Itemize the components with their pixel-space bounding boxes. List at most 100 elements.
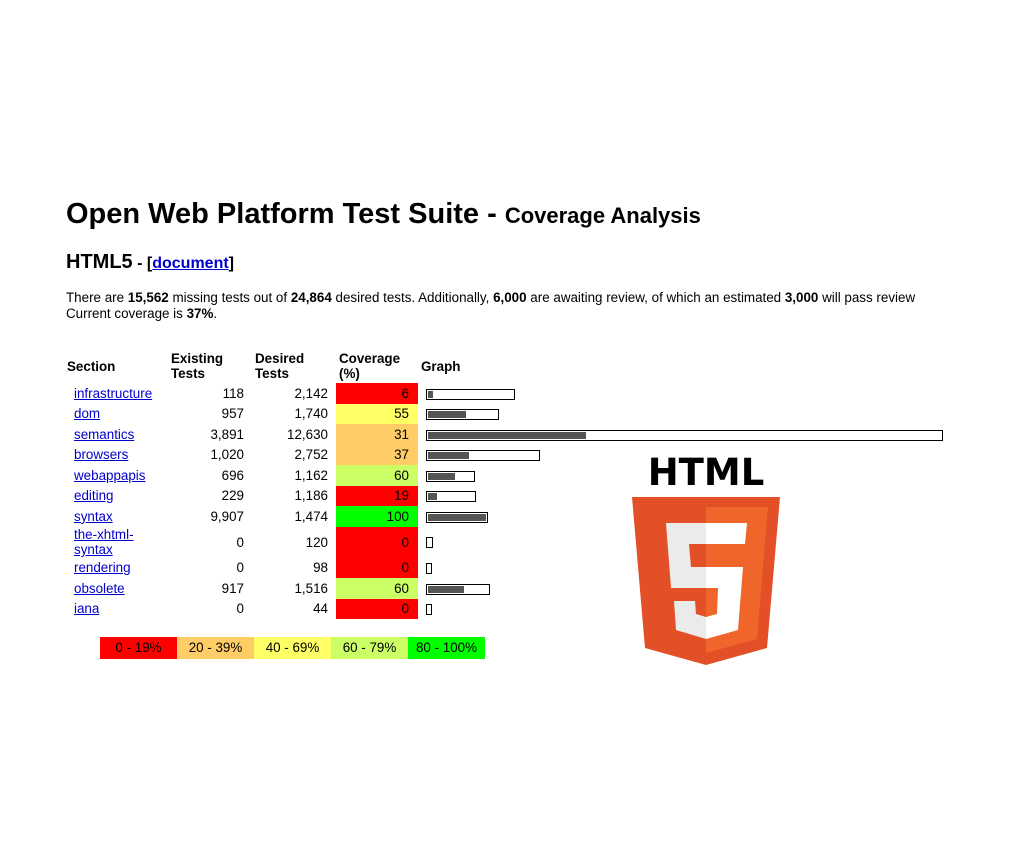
coverage-bar <box>426 409 499 421</box>
page-title: Open Web Platform Test Suite - Coverage … <box>66 198 701 231</box>
table-row: iana 0 44 0 <box>64 598 951 619</box>
section-link[interactable]: rendering <box>74 560 131 575</box>
page-subtitle: Coverage Analysis <box>504 203 701 228</box>
summary-text: Current coverage is <box>66 306 187 321</box>
table-row: semantics 3,891 12,630 31 <box>64 424 951 445</box>
desired-cell: 1,516 <box>294 580 328 596</box>
section-link[interactable]: syntax <box>74 509 113 524</box>
section-link[interactable]: infrastructure <box>74 386 152 401</box>
coverage-legend: 0 - 19% 20 - 39% 40 - 69% 60 - 79% 80 - … <box>100 637 485 659</box>
coverage-bar <box>426 491 476 503</box>
coverage-bar-fill <box>428 431 586 439</box>
col-header-section: Section <box>67 358 116 374</box>
desired-cell: 120 <box>305 534 328 550</box>
summary-text: desired tests. Additionally, <box>331 290 494 305</box>
desired-cell: 1,474 <box>294 508 328 524</box>
pass-count: 3,000 <box>784 290 819 305</box>
coverage-bar-fill <box>428 411 466 419</box>
coverage-cell: 55 <box>336 403 418 424</box>
coverage-cell: 6 <box>336 383 418 404</box>
table-row: the-xhtml-syntax 0 120 0 <box>64 526 951 558</box>
desired-count: 24,864 <box>290 290 332 305</box>
missing-count: 15,562 <box>127 290 169 305</box>
section-heading-sep: - [ <box>132 255 153 272</box>
section-link[interactable]: browsers <box>74 447 128 462</box>
graph-cell <box>418 404 951 425</box>
coverage-bar-fill <box>428 585 464 593</box>
section-link[interactable]: the-xhtml-syntax <box>74 527 134 557</box>
html5-logo-text: HTML <box>648 455 765 494</box>
col-header-desired: Desired Tests <box>255 351 305 381</box>
legend-item: 0 - 19% <box>100 637 177 659</box>
coverage-bar <box>426 583 490 595</box>
summary-line-2: Current coverage is 37%. <box>66 306 915 322</box>
page-title-main: Open Web Platform Test Suite - <box>66 198 505 230</box>
desired-cell: 12,630 <box>287 426 328 442</box>
existing-cell: 1,020 <box>210 447 244 463</box>
legend-item: 20 - 39% <box>177 637 254 659</box>
document-link[interactable]: document <box>152 255 228 272</box>
desired-cell: 98 <box>313 560 328 576</box>
summary-text: will pass review <box>818 290 916 305</box>
table-row: infrastructure 118 2,142 6 <box>64 383 951 404</box>
coverage-bar-fill <box>428 472 455 480</box>
coverage-bar <box>426 450 540 462</box>
summary-text: . <box>213 306 218 321</box>
table-row: syntax 9,907 1,474 100 <box>64 506 951 527</box>
coverage-bar <box>426 429 943 441</box>
section-link[interactable]: semantics <box>74 427 134 442</box>
section-link[interactable]: iana <box>74 601 99 616</box>
graph-cell <box>418 383 951 404</box>
existing-cell: 0 <box>236 560 244 576</box>
coverage-cell: 60 <box>336 465 418 486</box>
table-row: webappapis 696 1,162 60 <box>64 465 951 486</box>
col-header-graph: Graph <box>421 358 461 374</box>
section-link[interactable]: obsolete <box>74 581 125 596</box>
existing-cell: 118 <box>222 385 244 401</box>
existing-cell: 957 <box>221 406 244 422</box>
col-header-coverage: Coverage (%) <box>339 351 401 381</box>
section-heading-close: ] <box>228 255 234 272</box>
table-header-row: Section Existing Tests Desired Tests Cover… <box>64 349 951 383</box>
existing-cell: 0 <box>236 534 244 550</box>
coverage-bar <box>426 511 488 523</box>
coverage-bar <box>426 470 475 482</box>
summary-text: There are <box>66 290 128 305</box>
section-link[interactable]: dom <box>74 406 100 421</box>
coverage-bar <box>426 563 432 575</box>
desired-cell: 44 <box>313 601 328 617</box>
legend-item: 80 - 100% <box>408 637 485 659</box>
coverage-cell: 100 <box>336 506 418 527</box>
table-row: editing 229 1,186 19 <box>64 485 951 506</box>
existing-cell: 917 <box>221 580 244 596</box>
coverage-cell: 0 <box>336 526 418 558</box>
desired-cell: 1,186 <box>294 488 328 504</box>
html5-logo: HTML <box>632 455 780 665</box>
legend-item: 60 - 79% <box>331 637 408 659</box>
coverage-bar-fill <box>428 493 437 501</box>
summary-text: are awaiting review, of which an estimat… <box>526 290 785 305</box>
coverage-bar-fill <box>428 513 486 521</box>
section-link[interactable]: webappapis <box>74 468 145 483</box>
existing-cell: 3,891 <box>210 426 244 442</box>
summary-text: missing tests out of <box>168 290 291 305</box>
existing-cell: 696 <box>221 467 244 483</box>
coverage-cell: 19 <box>336 485 418 506</box>
section-link[interactable]: editing <box>74 488 113 503</box>
legend-item: 40 - 69% <box>254 637 331 659</box>
coverage-table: Section Existing Tests Desired Tests Cover… <box>64 349 951 619</box>
summary-line-1: There are 15,562 missing tests out of 24… <box>66 290 915 306</box>
desired-cell: 2,752 <box>294 447 328 463</box>
table-row: obsolete 917 1,516 60 <box>64 578 951 599</box>
coverage-bar-fill <box>428 452 469 460</box>
graph-cell <box>418 424 951 445</box>
html5-digit-right-top <box>706 523 747 544</box>
coverage-cell: 0 <box>336 598 418 619</box>
existing-cell: 0 <box>236 601 244 617</box>
coverage-bar-fill <box>428 390 433 398</box>
desired-cell: 1,162 <box>294 467 328 483</box>
desired-cell: 2,142 <box>294 385 328 401</box>
existing-cell: 229 <box>221 488 244 504</box>
coverage-bar <box>426 388 515 400</box>
coverage-cell: 0 <box>336 557 418 578</box>
